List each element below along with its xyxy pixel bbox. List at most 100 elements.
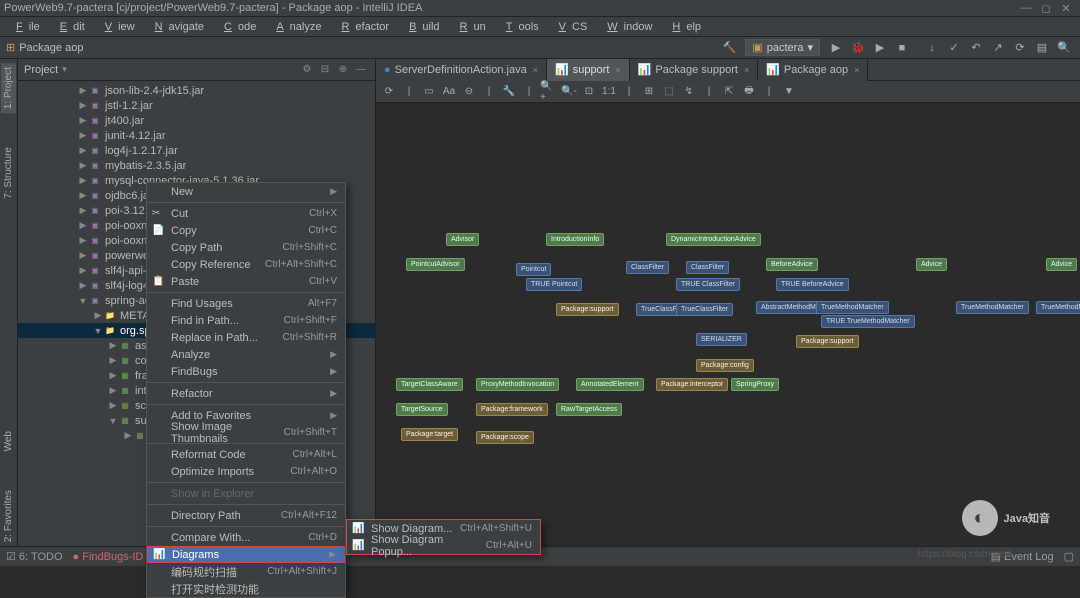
run-button[interactable]: ▶ [827,39,845,57]
menu-refactor[interactable]: Refactor [329,19,395,35]
menu-run[interactable]: Run [448,19,492,35]
diagram-node[interactable]: TrueMethodMatcher [816,301,889,314]
menu-item[interactable]: Find in Path...Ctrl+Shift+F [147,312,345,329]
menu-item[interactable]: ✂CutCtrl+X [147,205,345,222]
close-tab-icon[interactable]: × [854,65,859,75]
menu-item[interactable]: 📊Diagrams▶ [147,546,345,563]
tree-arrow[interactable]: ▶ [78,250,88,261]
tree-item[interactable]: ▶▣log4j-1.2.17.jar [18,143,375,158]
tree-arrow[interactable]: ▼ [108,416,118,426]
diagram-node[interactable]: PointcutAdvisor [406,258,465,271]
menu-item[interactable]: Optimize ImportsCtrl+Alt+O [147,463,345,480]
tree-arrow[interactable]: ▼ [78,296,88,306]
diagram-node[interactable]: SERIALIZER [696,333,747,346]
tree-arrow[interactable]: ▶ [78,100,88,111]
sidetab-web[interactable]: Web [1,427,16,455]
diagram-node[interactable]: TRUE Pointcut [526,278,582,291]
diagram-node[interactable]: Package:support [556,303,619,316]
tree-arrow[interactable]: ▶ [108,385,118,396]
tree-arrow[interactable]: ▶ [78,190,88,201]
menu-file[interactable]: File [4,19,46,35]
stop-button[interactable]: ■ [893,39,911,57]
refresh-icon[interactable]: ⟳ [380,83,398,101]
structure-icon[interactable]: ▤ [1033,39,1051,57]
zoom-out-icon[interactable]: 🔍- [560,83,578,101]
diagram-node[interactable]: Advice [916,258,947,271]
tree-arrow[interactable]: ▶ [78,235,88,246]
tree-arrow[interactable]: ▶ [78,280,88,291]
menu-analyze[interactable]: Analyze [264,19,327,35]
diagram-node[interactable]: Package:framework [476,403,548,416]
menu-code[interactable]: Code [212,19,262,35]
tree-arrow[interactable]: ▶ [123,430,133,441]
build-icon[interactable]: 🔨 [720,39,738,57]
sidetab-favorites[interactable]: 2: Favorites [1,486,16,546]
tree-arrow[interactable]: ▶ [78,265,88,276]
collapse-icon[interactable]: ⊟ [317,62,333,78]
diagram-node[interactable]: TrueMethodMatcher [956,301,1029,314]
coverage-button[interactable]: ▶ [871,39,889,57]
diagram-node[interactable]: Package:config [696,359,754,372]
diagram-node[interactable]: RawTargetAccess [556,403,622,416]
sync-icon[interactable]: ⟳ [1011,39,1029,57]
todo-tab[interactable]: ☑ 6: TODO [6,550,63,563]
menu-item[interactable]: Copy ReferenceCtrl+Alt+Shift+C [147,256,345,273]
menu-item[interactable]: Find UsagesAlt+F7 [147,295,345,312]
editor-tab[interactable]: 📊Package aop× [758,59,868,81]
menu-edit[interactable]: Edit [48,19,91,35]
close-tab-icon[interactable]: × [533,65,538,75]
diagram-canvas[interactable]: Advisor IntroductionInfo DynamicIntroducti… [376,103,1080,546]
zoom-in-icon[interactable]: 🔍+ [540,83,558,101]
route-icon[interactable]: ↯ [680,83,698,101]
findbugs-tab[interactable]: ● FindBugs-ID [73,551,144,563]
close-tab-icon[interactable]: × [744,65,749,75]
menu-window[interactable]: Window [595,19,658,35]
diagram-node[interactable]: SpringProxy [731,378,779,391]
tree-arrow[interactable]: ▶ [108,370,118,381]
diagram-node[interactable]: TargetSource [396,403,448,416]
diagram-node[interactable]: TargetClassAware [396,378,463,391]
tree-arrow[interactable]: ▶ [78,85,88,96]
menu-item[interactable]: Replace in Path...Ctrl+Shift+R [147,329,345,346]
vcs-update-icon[interactable]: ↓ [923,39,941,57]
aa-icon[interactable]: Aa [440,83,458,101]
minimize-button[interactable]: — [1016,2,1036,14]
menu-item[interactable]: 📋PasteCtrl+V [147,273,345,290]
menu-item[interactable]: Compare With...Ctrl+D [147,529,345,546]
tree-arrow[interactable]: ▶ [78,115,88,126]
submenu-item[interactable]: 📊Show Diagram Popup...Ctrl+Alt+U [347,537,540,554]
diagram-node[interactable]: ClassFilter [686,261,729,274]
locate-icon[interactable]: ⊕ [335,62,351,78]
diagram-node[interactable]: DynamicIntroductionAdvice [666,233,761,246]
tree-arrow[interactable]: ▶ [108,400,118,411]
diagram-node[interactable]: ClassFilter [626,261,669,274]
tree-arrow[interactable]: ▶ [78,145,88,156]
menu-item[interactable]: FindBugs▶ [147,363,345,380]
menu-item[interactable]: Reformat CodeCtrl+Alt+L [147,446,345,463]
menu-item[interactable]: Analyze▶ [147,346,345,363]
tree-arrow[interactable]: ▶ [78,205,88,216]
tree-arrow[interactable]: ▼ [93,326,103,336]
menu-help[interactable]: Help [660,19,707,35]
sidetab-project[interactable]: 1: Project [1,63,16,113]
export-icon[interactable]: ⇱ [720,83,738,101]
menu-item[interactable]: Copy PathCtrl+Shift+C [147,239,345,256]
wrench-icon[interactable]: 🔧 [500,83,518,101]
diagram-node[interactable]: Advisor [446,233,479,246]
tree-arrow[interactable]: ▶ [78,130,88,141]
vcs-history-icon[interactable]: ↶ [967,39,985,57]
menu-item[interactable]: New▶ [147,183,345,200]
tree-arrow[interactable]: ▶ [108,355,118,366]
diagram-node[interactable]: IntroductionInfo [546,233,604,246]
breadcrumb[interactable]: ⊞ Package aop [6,41,83,54]
diagram-node[interactable]: Package:support [796,335,859,348]
diagram-node[interactable]: Package:scope [476,431,534,444]
diagram-node[interactable]: BeforeAdvice [766,258,818,271]
node-icon[interactable]: ▭ [420,83,438,101]
close-tab-icon[interactable]: × [615,65,620,75]
search-icon[interactable]: 🔍 [1055,39,1073,57]
editor-tab[interactable]: 📊Package support× [630,59,759,81]
menu-tools[interactable]: Tools [494,19,545,35]
zoom-actual-icon[interactable]: 1:1 [600,83,618,101]
editor-tab[interactable]: ●ServerDefinitionAction.java× [376,59,547,81]
